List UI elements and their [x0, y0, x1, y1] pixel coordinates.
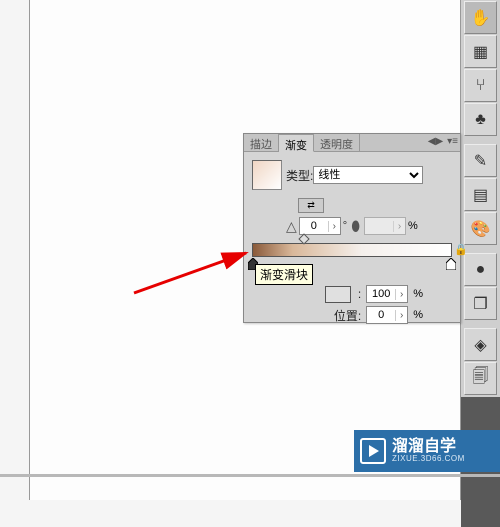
collapse-icon[interactable]: ◀▶ — [428, 136, 443, 147]
gradient-tool[interactable]: ▤ — [464, 178, 497, 211]
angle-icon: △ — [286, 218, 297, 235]
eyedropper-icon: ✎ — [474, 151, 487, 171]
angle-stepper[interactable]: › — [328, 221, 340, 232]
type-select[interactable]: 线性 — [313, 166, 423, 184]
copy-icon: 🗐 — [473, 365, 489, 392]
gradient-preview-swatch[interactable] — [252, 160, 282, 190]
degree-label: ° — [343, 220, 347, 232]
eyedropper-tool[interactable]: ✎ — [464, 144, 497, 177]
graph-tool[interactable]: ⑂ — [464, 69, 497, 102]
lock-icon[interactable]: 🔒 — [454, 243, 468, 256]
opacity-pct: % — [413, 288, 423, 300]
symbol-tool[interactable]: ♣ — [464, 103, 497, 136]
branch-icon: ⑂ — [476, 77, 486, 95]
reverse-gradient-button[interactable]: ⇄ — [298, 198, 324, 213]
circle-icon: ● — [476, 261, 486, 279]
slider-tooltip: 渐变滑块 — [255, 264, 313, 285]
position-stepper[interactable]: › — [395, 310, 407, 321]
hand-tool[interactable]: ✋ — [464, 1, 497, 34]
overlap-icon: ❐ — [473, 294, 487, 314]
tab-stroke[interactable]: 描边 — [244, 134, 279, 151]
position-label: 位置: — [334, 307, 361, 324]
pathfinder-tool[interactable]: ❐ — [464, 287, 497, 320]
opacity-input[interactable]: › — [366, 285, 408, 303]
clubs-icon: ♣ — [475, 111, 486, 129]
opacity-stepper[interactable]: › — [395, 289, 407, 300]
type-label: 类型: — [286, 167, 313, 184]
grid-tool[interactable]: ▦ — [464, 35, 497, 68]
gradient-track[interactable] — [252, 243, 452, 257]
gradient-icon: ▤ — [473, 185, 488, 205]
position-input[interactable]: › — [366, 306, 408, 324]
tab-gradient[interactable]: 渐变 — [279, 134, 314, 152]
gradient-ramp[interactable]: 🔒 — [252, 243, 452, 263]
opacity-swatch — [325, 286, 351, 303]
watermark-title: 溜溜自学 — [392, 439, 465, 455]
gradient-panel: 描边 渐变 透明度 ◀▶ ▾≡ 类型: 线性 ⇄ △ › ° ⬮ › % — [243, 133, 461, 323]
panel-tabs: 描边 渐变 透明度 ◀▶ ▾≡ — [244, 134, 460, 152]
blend-tool[interactable]: ● — [464, 253, 497, 286]
bottom-divider — [0, 474, 500, 477]
opacity-label-colon: : — [358, 287, 361, 301]
aspect-input: › — [364, 217, 406, 235]
palette-icon: 🎨 — [471, 219, 491, 239]
palette-tool[interactable]: 🎨 — [464, 212, 497, 245]
hand-icon: ✋ — [471, 8, 491, 28]
artboard-tool[interactable]: 🗐 — [464, 362, 497, 395]
watermark: 溜溜自学 ZIXUE.3D66.COM — [354, 430, 500, 472]
watermark-sub: ZIXUE.3D66.COM — [392, 455, 465, 463]
position-pct: % — [413, 309, 423, 321]
grid-icon: ▦ — [473, 42, 488, 62]
panel-menu-icon[interactable]: ▾≡ — [447, 136, 458, 147]
layers-icon: ◈ — [474, 335, 486, 355]
gradient-stop-right[interactable] — [446, 258, 456, 270]
play-icon — [360, 438, 386, 464]
aspect-icon: ⬮ — [351, 218, 360, 235]
layers-tool[interactable]: ◈ — [464, 328, 497, 361]
tab-transparency[interactable]: 透明度 — [314, 134, 360, 151]
angle-input[interactable]: › — [299, 217, 341, 235]
aspect-pct: % — [408, 220, 418, 232]
